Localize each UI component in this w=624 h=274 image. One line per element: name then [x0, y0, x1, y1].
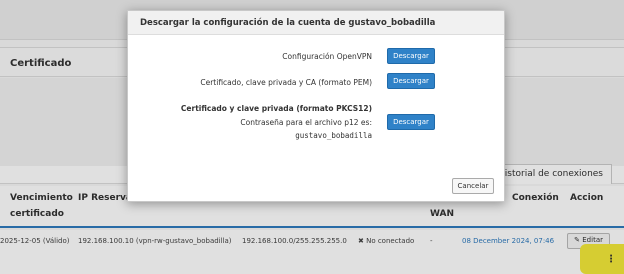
modal-header: Descargar la configuración de la cuenta …	[128, 11, 504, 35]
pkcs12-password-label: Contraseña para el archivo p12 es:	[240, 118, 372, 127]
cancel-button[interactable]: Cancelar	[452, 178, 494, 194]
download-pem-button[interactable]: Descargar	[387, 73, 435, 89]
download-openvpn-button[interactable]: Descargar	[387, 48, 435, 64]
modal-title: Descargar la configuración de la cuenta …	[140, 18, 436, 28]
pkcs12-label: Certificado y clave privada (formato PKC…	[180, 104, 372, 113]
pem-label: Certificado, clave privada y CA (formato…	[200, 78, 372, 87]
pkcs12-password-value: gustavo_bobadilla	[295, 131, 372, 140]
download-pkcs12-button[interactable]: Descargar	[387, 114, 435, 130]
download-config-modal: Descargar la configuración de la cuenta …	[127, 10, 505, 202]
openvpn-config-label: Configuración OpenVPN	[282, 52, 372, 61]
